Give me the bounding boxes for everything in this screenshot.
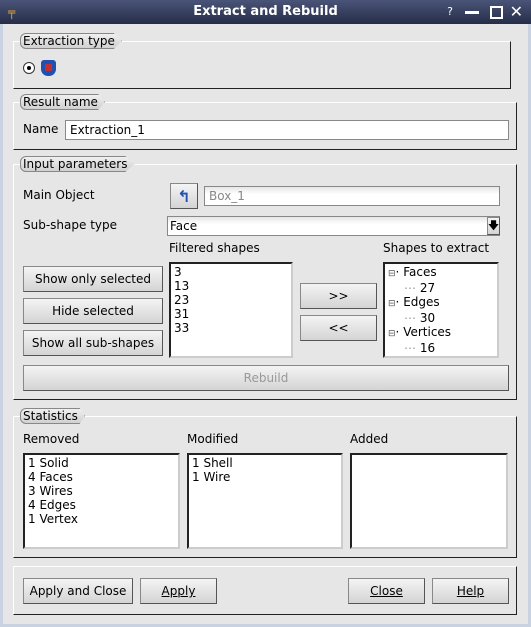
extract-shape-icon (41, 60, 56, 76)
result-name-label: Result name (20, 94, 105, 110)
tree-leaf[interactable]: ⋯ 30 (388, 311, 494, 325)
list-item: 1 Vertex (28, 512, 79, 526)
window-title: Extract and Rebuild (193, 4, 338, 19)
list-item[interactable]: 33 (174, 321, 288, 335)
removed-list[interactable]: 1 Solid 4 Faces 3 Wires 4 Edges 1 Vertex (23, 453, 180, 549)
list-item: 1 Shell (192, 456, 233, 470)
list-item[interactable]: 3 (174, 265, 288, 279)
close-button[interactable]: Close (348, 578, 425, 604)
tree-node[interactable]: ⊟· Edges (388, 295, 494, 311)
tree-leaf[interactable]: ⋯ 16 (388, 341, 494, 355)
list-item[interactable]: 23 (174, 293, 288, 307)
modified-label: Modified (187, 432, 239, 446)
rebuild-button[interactable]: Rebuild (23, 365, 509, 391)
minimize-icon[interactable] (465, 11, 479, 14)
subshape-type-label: Sub-shape type (23, 218, 118, 232)
name-label: Name (23, 122, 59, 136)
add-shapes-button[interactable]: >> (300, 283, 377, 309)
help-icon[interactable]: ? (447, 0, 453, 24)
statistics-label: Statistics (20, 408, 85, 424)
subshape-type-combo[interactable]: Face (167, 216, 500, 236)
select-main-object-button[interactable]: ↰ (170, 183, 198, 209)
title-bar: ╤ Extract and Rebuild ? ✕ (0, 0, 531, 24)
tree-node[interactable]: ⊟· Faces (388, 265, 494, 281)
list-item: 4 Faces (28, 470, 73, 484)
list-item[interactable]: 13 (174, 279, 288, 293)
arrow-select-icon: ↰ (177, 186, 191, 206)
filtered-shapes-list[interactable]: 3 13 23 31 33 (169, 262, 293, 358)
list-item: 1 Solid (28, 456, 69, 470)
maximize-icon[interactable] (490, 6, 503, 19)
shapes-to-extract-label: Shapes to extract (383, 241, 490, 255)
collapse-icon[interactable]: ⊟ (388, 329, 396, 339)
show-all-subshapes-button[interactable]: Show all sub-shapes (23, 330, 163, 356)
apply-button[interactable]: Apply (140, 578, 217, 604)
collapse-icon[interactable]: ⊟ (388, 269, 396, 279)
filtered-shapes-label: Filtered shapes (169, 241, 260, 255)
name-input[interactable]: Extraction_1 (65, 120, 509, 140)
tree-leaf[interactable]: ⋯ 27 (388, 281, 494, 295)
close-icon[interactable]: ✕ (510, 0, 523, 24)
subshape-type-value: Face (170, 219, 198, 233)
chevron-down-icon[interactable]: 🡇 (487, 217, 500, 235)
list-item: 3 Wires (28, 484, 73, 498)
apply-and-close-button[interactable]: Apply and Close (23, 578, 133, 604)
show-only-selected-button[interactable]: Show only selected (23, 266, 163, 292)
hide-selected-button[interactable]: Hide selected (23, 298, 163, 324)
extraction-type-radio[interactable] (23, 62, 35, 74)
added-label: Added (350, 432, 389, 446)
list-item: 1 Wire (192, 470, 231, 484)
main-object-label: Main Object (23, 188, 95, 202)
list-item: 4 Edges (28, 498, 76, 512)
input-parameters-label: Input parameters (20, 156, 135, 172)
shapes-to-extract-tree[interactable]: ⊟· Faces ⋯ 27 ⊟· Edges ⋯ 30 ⊟· Vertices … (383, 262, 499, 358)
app-icon: ╤ (8, 5, 16, 19)
tree-node[interactable]: ⊟· Vertices (388, 325, 494, 341)
main-object-field[interactable]: Box_1 (204, 186, 500, 206)
list-item[interactable]: 31 (174, 307, 288, 321)
removed-label: Removed (23, 432, 80, 446)
collapse-icon[interactable]: ⊟ (388, 299, 396, 309)
remove-shapes-button[interactable]: << (300, 315, 377, 341)
help-button[interactable]: Help (432, 578, 509, 604)
added-list[interactable] (350, 453, 508, 549)
extraction-type-label: Extraction type (20, 33, 122, 49)
modified-list[interactable]: 1 Shell 1 Wire (187, 453, 343, 549)
